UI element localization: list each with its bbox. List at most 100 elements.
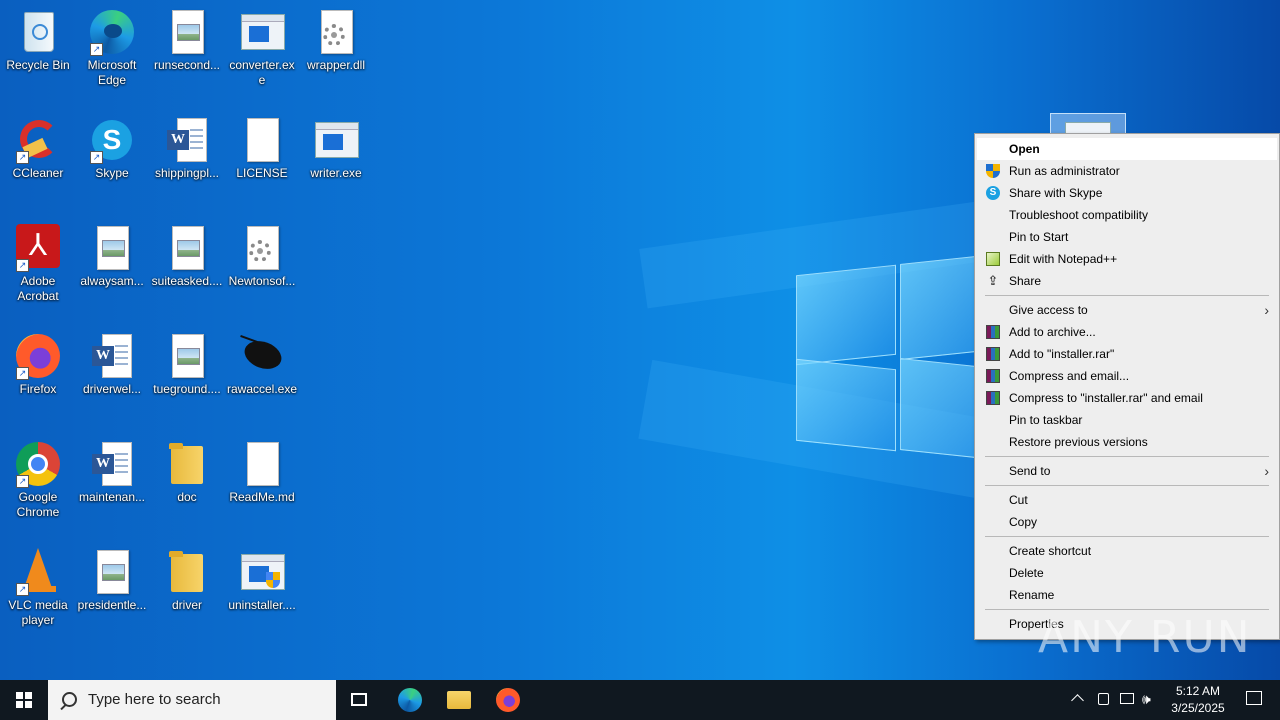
anyrun-watermark: ANY RUN (1038, 612, 1252, 663)
shortcut-arrow-icon: ↗ (16, 475, 29, 488)
windows-logo-icon (16, 692, 32, 708)
desktop-icon-writer[interactable]: writer.exe (298, 112, 374, 212)
chevron-up-icon (1071, 694, 1084, 707)
desktop-icon-label: maintenan... (78, 490, 146, 504)
desktop-icon-readme[interactable]: ReadMe.md (224, 436, 300, 536)
desktop-icon-newtonsof[interactable]: Newtonsof... (224, 220, 300, 320)
menu-item-run-as-administrator[interactable]: Run as administrator (977, 160, 1277, 182)
desktop-icon-alwaysam[interactable]: alwaysam... (74, 220, 150, 320)
desktop-icon-label: driverwel... (82, 382, 141, 396)
taskbar-firefox-button[interactable] (484, 680, 532, 720)
menu-separator (985, 485, 1269, 486)
desktop-icon-label: CCleaner (12, 166, 64, 180)
desktop-icon-converter[interactable]: converter.exe (224, 4, 300, 104)
file-explorer-icon (447, 691, 471, 709)
desktop-icon-firefox[interactable]: ↗ Firefox (0, 328, 76, 428)
share-icon: ⇪ (987, 273, 999, 288)
network-icon (1120, 693, 1134, 704)
desktop-icon-google-chrome[interactable]: ↗ Google Chrome (0, 436, 76, 536)
taskbar-search-box[interactable]: Type here to search (48, 680, 336, 720)
action-center-button[interactable] (1232, 680, 1276, 720)
desktop-icon-driver[interactable]: driver (149, 544, 225, 644)
menu-item-compress-and-email[interactable]: Compress and email... (977, 365, 1277, 387)
search-icon-handle (60, 703, 67, 711)
desktop-icon-presidentle[interactable]: presidentle... (74, 544, 150, 644)
winrar-icon (986, 347, 1000, 361)
desktop-icon-tueground[interactable]: tueground.... (149, 328, 225, 428)
shortcut-arrow-icon: ↗ (90, 43, 103, 56)
task-view-button[interactable] (336, 680, 384, 720)
menu-item-share[interactable]: ⇪ Share (977, 270, 1277, 292)
desktop-icon-license[interactable]: LICENSE (224, 112, 300, 212)
menu-item-create-shortcut[interactable]: Create shortcut (977, 540, 1277, 562)
menu-item-cut[interactable]: Cut (977, 489, 1277, 511)
menu-item-troubleshoot-compatibility[interactable]: Troubleshoot compatibility (977, 204, 1277, 226)
menu-item-copy[interactable]: Copy (977, 511, 1277, 533)
exe-icon (238, 8, 286, 56)
tray-volume-button[interactable]: 🕪 (1140, 680, 1162, 720)
edge-icon (398, 688, 422, 712)
context-menu: Open Run as administrator S Share with S… (974, 133, 1280, 640)
menu-item-restore-previous-versions[interactable]: Restore previous versions (977, 431, 1277, 453)
selected-desktop-icon[interactable] (1050, 113, 1126, 136)
desktop-icon-maintenan[interactable]: W maintenan... (74, 436, 150, 536)
desktop-icon-vlc[interactable]: ↗ VLC media player (0, 544, 76, 644)
desktop-icon-driverwel[interactable]: W driverwel... (74, 328, 150, 428)
menu-item-add-to-archive[interactable]: Add to archive... (977, 321, 1277, 343)
desktop-icon-adobe-acrobat[interactable]: ⅄ ↗ Adobe Acrobat (0, 220, 76, 320)
menu-item-add-to-installer-rar[interactable]: Add to "installer.rar" (977, 343, 1277, 365)
installer-icon (238, 548, 286, 596)
menu-item-share-with-skype[interactable]: S Share with Skype (977, 182, 1277, 204)
menu-item-rename[interactable]: Rename (977, 584, 1277, 606)
menu-item-pin-to-start[interactable]: Pin to Start (977, 226, 1277, 248)
taskbar-edge-button[interactable] (386, 680, 434, 720)
desktop-icon-label: LICENSE (236, 166, 288, 180)
start-button[interactable] (0, 680, 48, 720)
desktop-icon-label: ReadMe.md (229, 490, 295, 504)
menu-item-give-access-to[interactable]: Give access to › (977, 299, 1277, 321)
menu-item-label: Troubleshoot compatibility (1009, 208, 1148, 222)
menu-item-delete[interactable]: Delete (977, 562, 1277, 584)
desktop-icon-wrapper[interactable]: wrapper.dll (298, 4, 374, 104)
image-file-icon (163, 8, 211, 56)
menu-item-label: Open (1009, 142, 1040, 156)
desktop-icon-rawaccel[interactable]: rawaccel.exe (224, 328, 300, 428)
desktop-icon-runsecond[interactable]: runsecond... (149, 4, 225, 104)
mouse-app-icon (238, 332, 286, 380)
menu-separator (985, 295, 1269, 296)
taskbar-file-explorer-button[interactable] (435, 680, 483, 720)
desktop-icon-uninstaller[interactable]: uninstaller.... (224, 544, 300, 644)
desktop-icon-recycle-bin[interactable]: Recycle Bin (0, 4, 76, 104)
desktop-icon-label: doc (177, 490, 197, 504)
desktop-icon-suiteasked[interactable]: suiteasked.... (149, 220, 225, 320)
menu-item-compress-to-installer-rar-and-email[interactable]: Compress to "installer.rar" and email (977, 387, 1277, 409)
skype-icon: S ↗ (88, 116, 136, 164)
menu-item-send-to[interactable]: Send to › (977, 460, 1277, 482)
desktop-icon-label: VLC media player (8, 598, 68, 627)
taskbar-clock[interactable]: 5:12 AM 3/25/2025 (1160, 683, 1236, 717)
folder-icon (163, 548, 211, 596)
shortcut-arrow-icon: ↗ (16, 367, 29, 380)
desktop-icon-label: Skype (95, 166, 129, 180)
desktop-icon-skype[interactable]: S ↗ Skype (74, 112, 150, 212)
tray-device-button[interactable] (1094, 680, 1114, 720)
edge-icon: ↗ (88, 8, 136, 56)
desktop-icon-label: presidentle... (77, 598, 147, 612)
menu-separator (985, 456, 1269, 457)
menu-item-edit-with-notepad[interactable]: Edit with Notepad++ (977, 248, 1277, 270)
desktop-icon-edge[interactable]: ↗ Microsoft Edge (74, 4, 150, 104)
show-hidden-icons-button[interactable] (1068, 680, 1088, 720)
dll-icon (312, 8, 360, 56)
desktop-icon-shippingpl[interactable]: W shippingpl... (149, 112, 225, 212)
menu-item-pin-to-taskbar[interactable]: Pin to taskbar (977, 409, 1277, 431)
desktop-icon-label: driver (171, 598, 202, 612)
chrome-icon: ↗ (14, 440, 62, 488)
shortcut-arrow-icon: ↗ (16, 151, 29, 164)
menu-item-open[interactable]: Open (977, 138, 1277, 160)
menu-item-label: Edit with Notepad++ (1009, 252, 1118, 266)
desktop-icon-doc[interactable]: doc (149, 436, 225, 536)
desktop-icon-ccleaner[interactable]: ↗ CCleaner (0, 112, 76, 212)
ccleaner-icon: ↗ (14, 116, 62, 164)
word-doc-icon: W (163, 116, 211, 164)
tray-network-button[interactable] (1116, 680, 1138, 720)
